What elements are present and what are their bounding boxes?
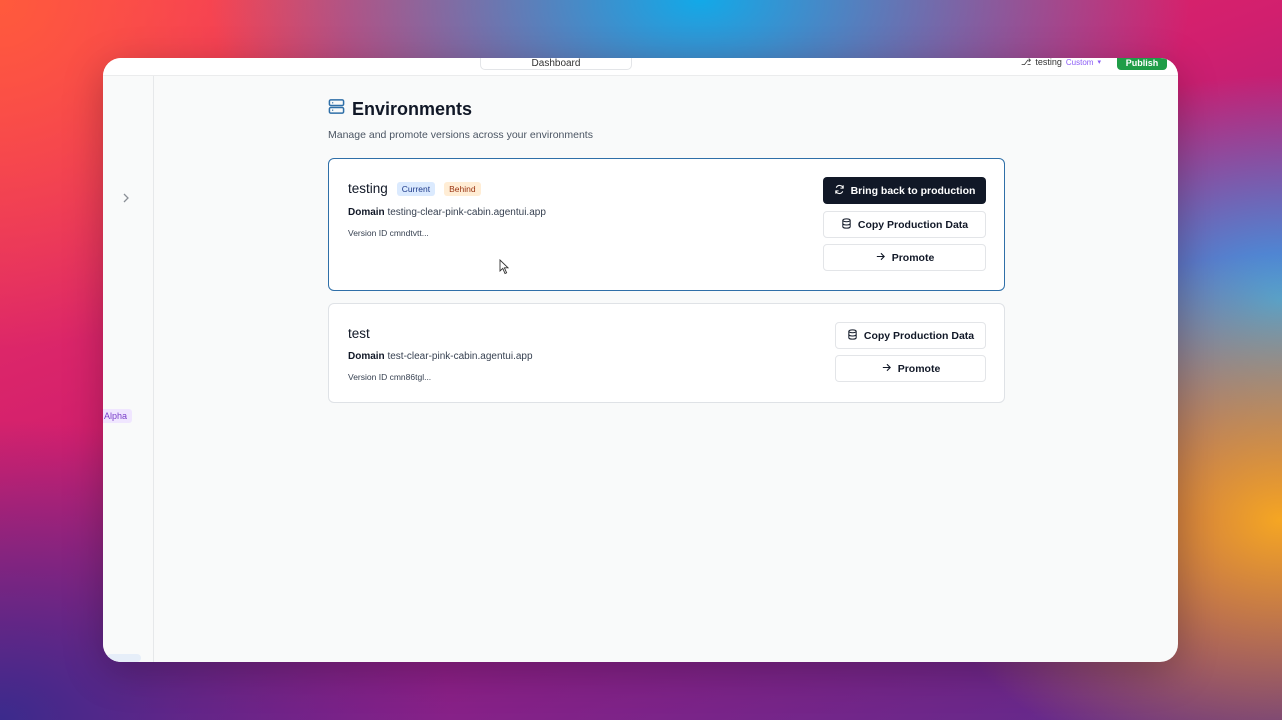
branch-icon: ⎇	[1021, 58, 1032, 67]
status-badge-current: Current	[396, 181, 436, 196]
copy-production-data-button[interactable]: Copy Production Data	[835, 322, 986, 349]
environment-switcher-name: testing	[1035, 58, 1062, 67]
sidebar: Alpha	[103, 76, 154, 662]
promote-button[interactable]: Promote	[823, 244, 986, 271]
environment-card-testing: testing Current Behind Domain testing-cl…	[328, 158, 1005, 291]
database-icon	[841, 217, 852, 232]
environment-card-test: test Domain test-clear-pink-cabin.agentu…	[328, 303, 1005, 403]
database-icon	[847, 328, 858, 343]
page-subtitle: Manage and promote versions across your …	[328, 129, 593, 141]
promote-button[interactable]: Promote	[835, 355, 986, 382]
copy-label: Copy Production Data	[857, 218, 969, 231]
bring-back-label: Bring back to production	[850, 184, 976, 197]
page-title: Environments	[352, 98, 473, 119]
sidebar-bottom-item[interactable]	[107, 654, 141, 662]
bring-back-to-production-button[interactable]: Bring back to production	[823, 177, 986, 204]
publish-button[interactable]: Publish	[1117, 58, 1167, 70]
app-window: Dashboard ⎇ testing Custom ▾ Publish Alp…	[103, 58, 1178, 662]
environment-name: test	[348, 326, 370, 341]
environment-domain: Domain test-clear-pink-cabin.agentui.app	[348, 351, 533, 362]
copy-label: Copy Production Data	[863, 329, 975, 342]
environment-version: Version ID cmndtvtt...	[348, 228, 429, 238]
chevron-right-icon[interactable]	[120, 191, 132, 205]
dashboard-tab[interactable]: Dashboard	[480, 58, 632, 70]
environment-switcher-tag: Custom	[1065, 58, 1094, 67]
promote-label: Promote	[891, 251, 935, 264]
version-value: cmn86tgl...	[389, 372, 432, 382]
top-bar: Dashboard ⎇ testing Custom ▾ Publish	[103, 58, 1178, 76]
domain-value: testing-clear-pink-cabin.agentui.app	[387, 207, 546, 218]
chevron-down-icon: ▾	[1097, 59, 1101, 66]
arrow-right-icon	[881, 362, 892, 376]
mouse-cursor-icon	[499, 259, 509, 275]
copy-production-data-button[interactable]: Copy Production Data	[823, 211, 986, 238]
server-icon	[328, 98, 345, 120]
arrow-right-icon	[875, 251, 886, 265]
domain-value: test-clear-pink-cabin.agentui.app	[387, 351, 533, 362]
page-header: Environments Manage and promote versions…	[328, 98, 593, 142]
environment-name: testing	[348, 181, 388, 196]
version-label: Version ID	[348, 372, 388, 382]
environment-switcher[interactable]: ⎇ testing Custom ▾	[1021, 58, 1101, 69]
environment-domain: Domain testing-clear-pink-cabin.agentui.…	[348, 207, 546, 218]
domain-label: Domain	[348, 351, 385, 362]
refresh-icon	[834, 184, 845, 198]
environment-version: Version ID cmn86tgl...	[348, 372, 431, 382]
status-badge-behind: Behind	[444, 181, 481, 196]
domain-label: Domain	[348, 207, 385, 218]
version-label: Version ID	[348, 228, 388, 238]
version-value: cmndtvtt...	[389, 228, 429, 238]
promote-label: Promote	[897, 362, 941, 375]
alpha-badge: Alpha	[103, 409, 133, 423]
